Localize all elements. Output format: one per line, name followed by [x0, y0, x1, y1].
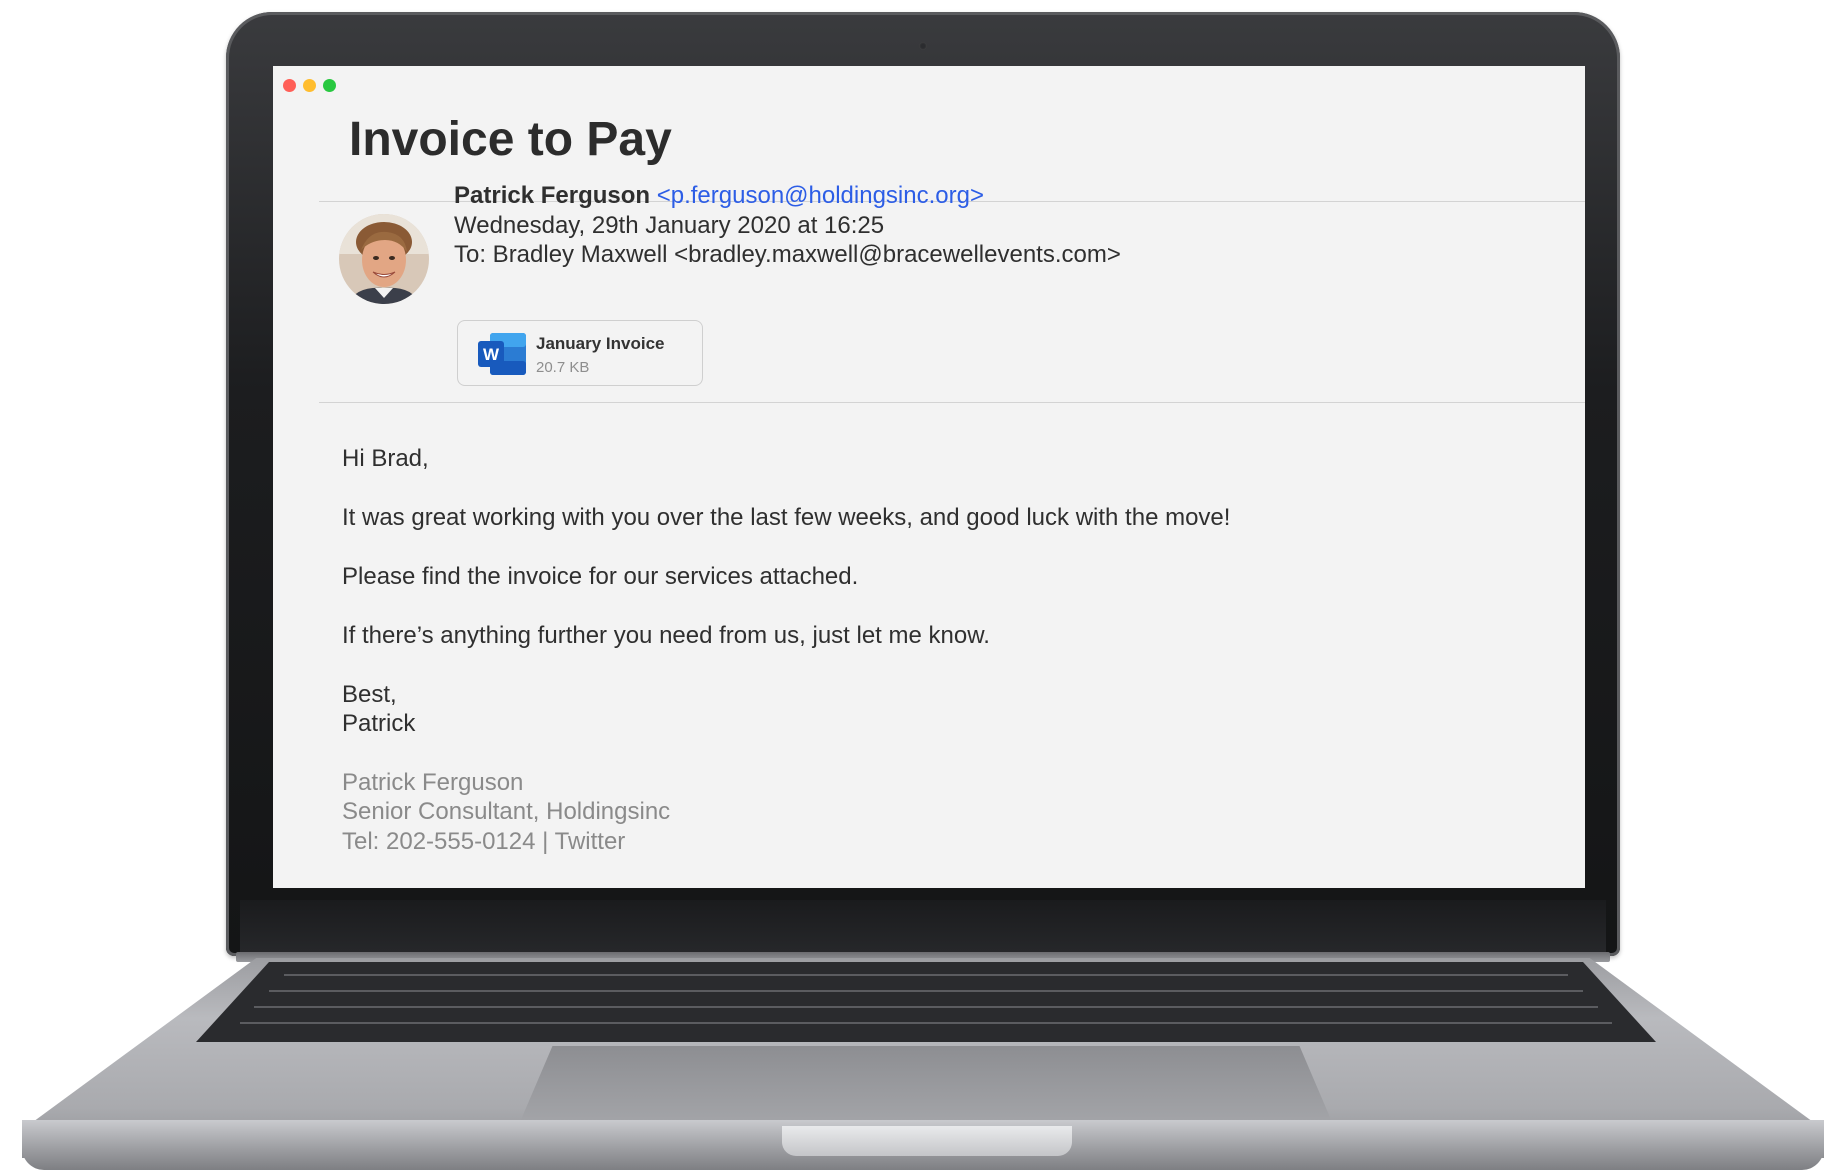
- avatar-portrait: [339, 214, 429, 304]
- laptop-notch: [782, 1126, 1072, 1156]
- mail-window: Invoice to Pay Patrick Ferguson <p.fergu…: [273, 66, 1585, 888]
- attachment-chip[interactable]: W January Invoice 20.7 KB: [457, 320, 703, 386]
- keyboard-row: [239, 1022, 1613, 1024]
- word-document-icon: W: [478, 333, 526, 375]
- laptop-chin: [240, 900, 1606, 960]
- from-line: Patrick Ferguson <p.ferguson@holdingsinc…: [454, 182, 984, 210]
- keyboard: [196, 962, 1656, 1042]
- attachment-size: 20.7 KB: [536, 359, 590, 376]
- keyboard-row: [283, 974, 1569, 976]
- camera-icon: [919, 42, 927, 50]
- body-greeting: Hi Brad,: [342, 445, 429, 472]
- twitter-link[interactable]: Twitter: [555, 828, 626, 855]
- sender-name: Patrick Ferguson: [454, 182, 651, 209]
- trackpad: [520, 1046, 1332, 1122]
- signature-separator: |: [535, 828, 555, 855]
- zoom-window-button[interactable]: [323, 79, 336, 92]
- minimize-window-button[interactable]: [303, 79, 316, 92]
- laptop-scene: Invoice to Pay Patrick Ferguson <p.fergu…: [0, 0, 1824, 1175]
- sender-avatar: [339, 214, 429, 304]
- body-paragraph: If there’s anything further you need fro…: [342, 622, 990, 649]
- body-divider: [319, 402, 1585, 403]
- body-paragraph: Please find the invoice for our services…: [342, 563, 859, 590]
- body-closing: Best,: [342, 681, 397, 708]
- body-paragraph: It was great working with you over the l…: [342, 504, 1231, 531]
- close-window-button[interactable]: [283, 79, 296, 92]
- email-subject: Invoice to Pay: [349, 113, 672, 166]
- signature-contact: Tel: 202-555-0124 | Twitter: [342, 827, 625, 856]
- keyboard-row: [269, 990, 1583, 992]
- signature-name: Patrick Ferguson: [342, 769, 524, 796]
- to-line: To: Bradley Maxwell <bradley.maxwell@bra…: [454, 241, 1121, 268]
- signature-role: Senior Consultant, Holdingsinc: [342, 798, 671, 825]
- body-sign-name: Patrick: [342, 710, 416, 737]
- keyboard-row: [254, 1006, 1598, 1008]
- sender-email-link[interactable]: <p.ferguson@holdingsinc.org>: [657, 182, 984, 209]
- attachment-name: January Invoice: [536, 334, 665, 353]
- word-letter: W: [483, 345, 500, 364]
- signature-tel: Tel: 202-555-0124: [342, 828, 536, 855]
- sent-date: Wednesday, 29th January 2020 at 16:25: [454, 212, 885, 239]
